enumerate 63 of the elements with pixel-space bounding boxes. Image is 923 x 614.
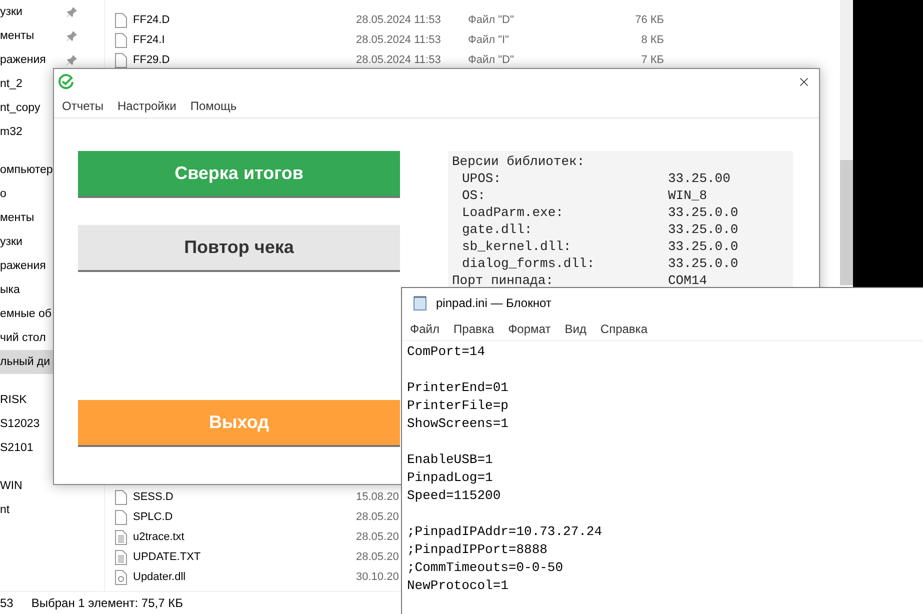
file-size: 7 КБ — [641, 54, 664, 66]
file-date: 15.08.20 — [356, 491, 399, 503]
file-date: 30.10.20 — [356, 571, 399, 583]
menu-item[interactable]: Настройки — [117, 99, 176, 113]
info-value: 33.25.0.0 — [668, 239, 740, 254]
text-file-icon — [115, 530, 127, 544]
menu-item[interactable]: Справка — [600, 322, 648, 336]
file-name[interactable]: Updater.dll — [133, 571, 186, 583]
menu-item[interactable]: Помощь — [190, 99, 237, 113]
info-value: 33.25.0.0 — [668, 256, 740, 271]
info-value: WIN_8 — [668, 188, 708, 203]
menu-item[interactable]: Формат — [508, 322, 551, 336]
text-file-icon — [115, 550, 127, 564]
info-label: OS: — [462, 188, 486, 203]
file-date: 28.05.20 — [356, 531, 399, 543]
file-date: 28.05.2024 11:53 — [356, 54, 441, 66]
action-button[interactable]: Повтор чека — [78, 225, 400, 272]
file-type: Файл "I" — [468, 34, 509, 46]
file-date: 28.05.2024 11:53 — [356, 14, 441, 26]
sidebar-item[interactable]: nt — [0, 498, 104, 522]
menu-item[interactable]: Файл — [410, 322, 440, 336]
item-count: 53 — [0, 596, 14, 610]
window-title: pinpad.ini — Блокнот — [436, 296, 552, 310]
notepad-icon — [412, 295, 428, 311]
file-name[interactable]: FF24.D — [133, 14, 170, 26]
file-size: 8 КБ — [641, 34, 664, 46]
file-icon — [115, 510, 127, 524]
info-label: UPOS: — [462, 171, 502, 186]
file-icon — [115, 32, 127, 48]
info-label: dialog_forms.dll: — [462, 256, 596, 271]
file-icon — [115, 490, 127, 504]
file-icon — [115, 12, 127, 28]
file-date: 28.05.20 — [356, 551, 399, 563]
info-label: sb_kernel.dll: — [462, 239, 572, 254]
file-name[interactable]: FF29.D — [133, 54, 170, 66]
sidebar-item[interactable]: узки — [0, 0, 104, 24]
file-type: Файл "D" — [468, 54, 514, 66]
info-value: 33.25.0.0 — [668, 205, 740, 220]
info-value: COM14 — [668, 273, 708, 288]
scrollbar[interactable] — [840, 0, 853, 286]
sidebar-item[interactable]: менты — [0, 24, 104, 48]
selection-status: Выбран 1 элемент: 75,7 КБ — [31, 596, 183, 610]
file-name[interactable]: UPDATE.TXT — [133, 551, 201, 563]
info-value: 33.25.0.0 — [668, 222, 740, 237]
info-label: LoadParm.exe: — [462, 205, 564, 220]
file-type: Файл "D" — [468, 14, 514, 26]
file-size: 76 КБ — [635, 14, 664, 26]
menu-item[interactable]: Отчеты — [62, 99, 104, 113]
info-heading: Версии библиотек: — [452, 154, 585, 169]
file-name[interactable]: u2trace.txt — [133, 531, 184, 543]
file-date: 28.05.2024 11:53 — [356, 34, 441, 46]
file-name[interactable]: SESS.D — [133, 491, 174, 503]
info-label: Порт пинпада: — [452, 273, 554, 288]
check-logo-icon — [58, 74, 74, 90]
file-name[interactable]: SPLC.D — [133, 511, 173, 523]
menu-item[interactable]: Правка — [454, 322, 494, 336]
sidebar-item[interactable]: ражения — [0, 48, 104, 72]
file-date: 28.05.20 — [356, 511, 399, 523]
menu-item[interactable]: Вид — [564, 322, 586, 336]
info-value: 33.25.00 — [668, 171, 732, 186]
file-name[interactable]: FF24.I — [133, 34, 165, 46]
info-label: gate.dll: — [462, 222, 534, 237]
close-icon[interactable] — [797, 75, 811, 89]
